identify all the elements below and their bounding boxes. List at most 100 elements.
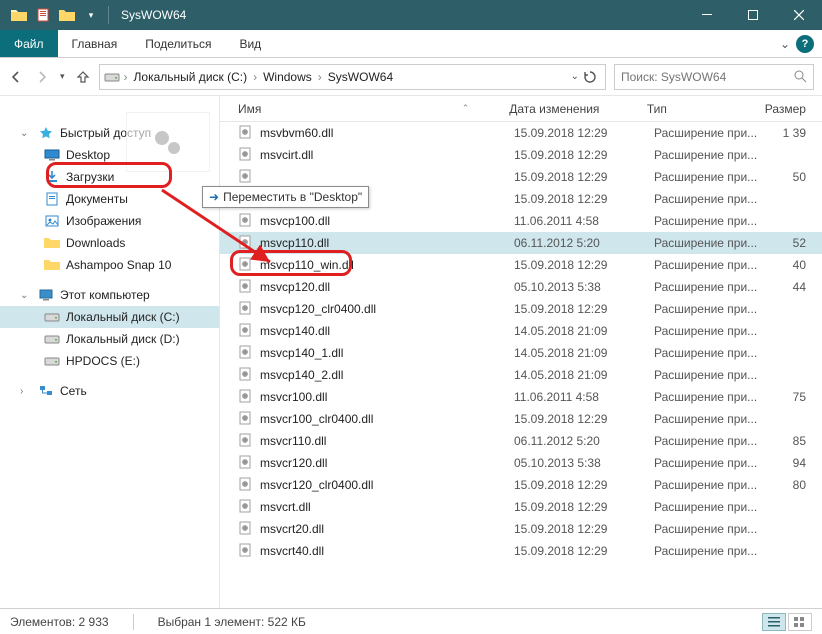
nav-label: Изображения: [66, 214, 141, 228]
column-size[interactable]: Размер: [765, 102, 822, 116]
downloads-icon: [44, 169, 60, 185]
view-details-button[interactable]: [762, 613, 786, 631]
file-row[interactable]: msvcp140_2.dll14.05.2018 21:09Расширение…: [220, 364, 822, 386]
search-box[interactable]: [614, 64, 814, 90]
sidebar-item[interactable]: HPDOCS (E:): [0, 350, 219, 372]
dll-file-icon: [238, 521, 254, 537]
file-name: msvcrt.dll: [260, 500, 514, 514]
file-row[interactable]: msvcp110.dll06.11.2012 5:20Расширение пр…: [220, 232, 822, 254]
file-row[interactable]: msvcr100.dll11.06.2011 4:58Расширение пр…: [220, 386, 822, 408]
file-row[interactable]: msvcp140.dll14.05.2018 21:09Расширение п…: [220, 320, 822, 342]
file-row[interactable]: msvcr100_clr0400.dll15.09.2018 12:29Расш…: [220, 408, 822, 430]
nav-label: Ashampoo Snap 10: [66, 258, 171, 272]
file-row[interactable]: msvcp120_clr0400.dll15.09.2018 12:29Расш…: [220, 298, 822, 320]
file-row[interactable]: msvcp120.dll05.10.2013 5:38Расширение пр…: [220, 276, 822, 298]
file-row[interactable]: 15.09.2018 12:29Расширение при...50: [220, 166, 822, 188]
column-date[interactable]: Дата изменения: [509, 102, 647, 116]
properties-icon[interactable]: [32, 4, 54, 26]
search-icon[interactable]: [794, 70, 807, 83]
file-date: 15.09.2018 12:29: [514, 478, 654, 492]
chevron-down-icon[interactable]: ⌄: [571, 71, 579, 82]
new-folder-icon[interactable]: [56, 4, 78, 26]
breadcrumb-seg[interactable]: Windows: [261, 70, 314, 84]
dll-file-icon: [238, 125, 254, 141]
expand-icon[interactable]: ⌄: [20, 128, 32, 139]
file-type: Расширение при...: [654, 456, 774, 470]
breadcrumb-seg[interactable]: Локальный диск (C:): [132, 70, 250, 84]
sidebar-item[interactable]: Документы: [0, 188, 219, 210]
dll-file-icon: [238, 543, 254, 559]
file-name: msvcr100_clr0400.dll: [260, 412, 514, 426]
column-name[interactable]: Имя ⌃: [238, 102, 509, 116]
sidebar-item[interactable]: Локальный диск (C:): [0, 306, 219, 328]
dll-file-icon: [238, 323, 254, 339]
file-name: msvcr120.dll: [260, 456, 514, 470]
file-row[interactable]: msvcr120_clr0400.dll15.09.2018 12:29Расш…: [220, 474, 822, 496]
search-input[interactable]: [621, 70, 788, 84]
back-button[interactable]: [8, 69, 24, 85]
status-bar: Элементов: 2 933 Выбран 1 элемент: 522 К…: [0, 608, 822, 634]
nav-label: Документы: [66, 192, 128, 206]
file-name: msvcp110_win.dll: [260, 258, 514, 272]
file-date: 05.10.2013 5:38: [514, 456, 654, 470]
view-icons-button[interactable]: [788, 613, 812, 631]
file-row[interactable]: msvcp140_1.dll14.05.2018 21:09Расширение…: [220, 342, 822, 364]
tab-file[interactable]: Файл: [0, 30, 58, 57]
help-icon[interactable]: ?: [796, 35, 814, 53]
up-button[interactable]: [75, 69, 91, 85]
file-date: 15.09.2018 12:29: [514, 500, 654, 514]
chevron-down-icon[interactable]: ⌄: [780, 37, 790, 51]
file-date: 14.05.2018 21:09: [514, 346, 654, 360]
tab-home[interactable]: Главная: [58, 30, 132, 57]
maximize-button[interactable]: [730, 0, 776, 30]
file-size: 44: [774, 280, 822, 294]
recent-dropdown[interactable]: ▾: [60, 71, 65, 82]
file-name: msvcr110.dll: [260, 434, 514, 448]
sidebar-item[interactable]: Ashampoo Snap 10: [0, 254, 219, 276]
sidebar-item[interactable]: Downloads: [0, 232, 219, 254]
forward-button[interactable]: [34, 69, 50, 85]
column-type[interactable]: Тип: [647, 102, 765, 116]
documents-icon: [44, 191, 60, 207]
file-name: msvcp100.dll: [260, 214, 514, 228]
file-row[interactable]: msvcrt20.dll15.09.2018 12:29Расширение п…: [220, 518, 822, 540]
refresh-icon[interactable]: [583, 70, 597, 84]
ribbon: Файл Главная Поделиться Вид ⌄ ?: [0, 30, 822, 58]
close-button[interactable]: [776, 0, 822, 30]
nav-network[interactable]: › Сеть: [0, 380, 219, 402]
file-type: Расширение при...: [654, 390, 774, 404]
expand-icon[interactable]: ⌄: [20, 290, 32, 301]
file-row[interactable]: msvcrt40.dll15.09.2018 12:29Расширение п…: [220, 540, 822, 562]
file-row[interactable]: msvcp110_win.dll15.09.2018 12:29Расширен…: [220, 254, 822, 276]
file-row[interactable]: msvcr120.dll05.10.2013 5:38Расширение пр…: [220, 452, 822, 474]
file-type: Расширение при...: [654, 302, 774, 316]
file-name: msvcp140_1.dll: [260, 346, 514, 360]
file-row[interactable]: msvcirt.dll15.09.2018 12:29Расширение пр…: [220, 144, 822, 166]
file-row[interactable]: msvbvm60.dll15.09.2018 12:29Расширение п…: [220, 122, 822, 144]
dropdown-icon[interactable]: ▾: [80, 4, 102, 26]
dll-file-icon: [238, 279, 254, 295]
breadcrumb[interactable]: › Локальный диск (C:) › Windows › SysWOW…: [99, 64, 606, 90]
file-row[interactable]: msvcp100.dll11.06.2011 4:58Расширение пр…: [220, 210, 822, 232]
tab-share[interactable]: Поделиться: [131, 30, 225, 57]
file-name: msvcrt20.dll: [260, 522, 514, 536]
nav-label: Сеть: [60, 384, 87, 398]
chevron-right-icon[interactable]: ›: [251, 70, 259, 84]
file-row[interactable]: msvcrt.dll15.09.2018 12:29Расширение при…: [220, 496, 822, 518]
chevron-right-icon[interactable]: ›: [122, 70, 130, 84]
breadcrumb-seg[interactable]: SysWOW64: [326, 70, 395, 84]
star-icon: [38, 125, 54, 141]
dll-file-icon: [238, 169, 254, 185]
sidebar-item[interactable]: Изображения: [0, 210, 219, 232]
file-type: Расширение при...: [654, 324, 774, 338]
drive-icon: [44, 331, 60, 347]
chevron-right-icon[interactable]: ›: [316, 70, 324, 84]
window-controls: [684, 0, 822, 30]
sidebar-item[interactable]: Локальный диск (D:): [0, 328, 219, 350]
minimize-button[interactable]: [684, 0, 730, 30]
nav-this-pc[interactable]: ⌄ Этот компьютер: [0, 284, 219, 306]
file-date: 15.09.2018 12:29: [514, 170, 654, 184]
tab-view[interactable]: Вид: [225, 30, 275, 57]
expand-icon[interactable]: ›: [20, 386, 32, 397]
file-row[interactable]: msvcr110.dll06.11.2012 5:20Расширение пр…: [220, 430, 822, 452]
